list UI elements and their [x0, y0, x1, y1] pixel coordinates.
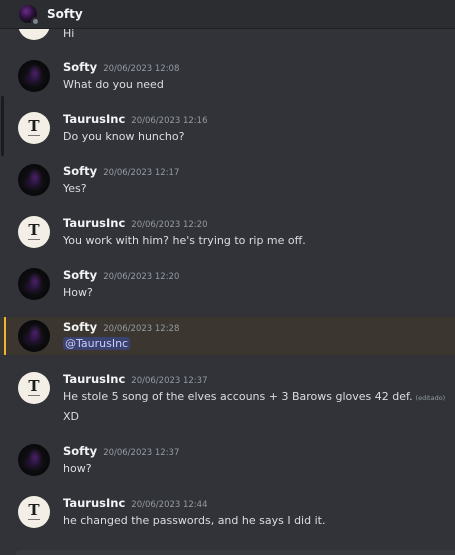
author-name[interactable]: Softy	[63, 268, 97, 282]
author-name[interactable]: TaurusInc	[63, 112, 125, 126]
message-text: Yes?	[63, 182, 87, 195]
avatar[interactable]: T	[18, 372, 50, 404]
author-name[interactable]: Softy	[63, 320, 97, 334]
timestamp: 20/06/2023 12:37	[103, 448, 180, 458]
timestamp: 20/06/2023 12:20	[103, 272, 180, 282]
avatar[interactable]	[18, 268, 50, 300]
avatar[interactable]	[18, 164, 50, 196]
logo-underline	[28, 519, 40, 520]
message-item: T TaurusInc 20/06/2023 12:44 he changed …	[0, 493, 455, 533]
avatar[interactable]: T	[18, 496, 50, 528]
message-text: he changed the passwords, and he says I …	[63, 514, 326, 527]
channel-header: Softy	[0, 0, 455, 29]
taurus-logo-icon: T	[28, 117, 40, 135]
taurus-logo-icon: T	[28, 221, 40, 239]
message-text: He stole 5 song of the elves accouns + 3…	[63, 390, 413, 403]
timestamp: 20/06/2023 12:28	[103, 324, 180, 334]
message-text: What do you need	[63, 78, 164, 91]
message-item: Softy 20/06/2023 12:20 How?	[0, 265, 455, 305]
author-name[interactable]: TaurusInc	[63, 372, 125, 386]
timestamp: 20/06/2023 12:08	[103, 64, 180, 74]
logo-underline	[28, 395, 40, 396]
author-name[interactable]: Softy	[63, 60, 97, 74]
edited-label: (editado)	[415, 394, 446, 402]
message-text: Do you know huncho?	[63, 130, 185, 143]
author-name[interactable]: Softy	[63, 164, 97, 178]
user-avatar[interactable]	[19, 5, 40, 26]
avatar[interactable]	[18, 60, 50, 92]
message-item: T TaurusInc 20/06/2023 12:16 Do you know…	[0, 109, 455, 149]
timestamp: 20/06/2023 12:17	[103, 168, 180, 178]
message-item-highlighted: Softy 20/06/2023 12:28 @TaurusInc	[0, 317, 455, 355]
message-item: Softy 20/06/2023 12:17 Yes?	[0, 161, 455, 201]
avatar[interactable]: T	[18, 112, 50, 144]
status-indicator-icon	[31, 17, 40, 26]
message-item: T TaurusInc 20/06/2023 12:37 He stole 5 …	[0, 369, 455, 429]
message-text: You work with him? he's trying to rip me…	[63, 234, 306, 247]
taurus-logo-icon: T	[28, 377, 40, 395]
message-item: T TaurusInc 20/06/2023 12:20 You work wi…	[0, 213, 455, 253]
channel-title[interactable]: Softy	[47, 7, 83, 21]
logo-underline	[28, 239, 40, 240]
timestamp: 20/06/2023 12:16	[131, 116, 208, 126]
message-item: Softy 20/06/2023 12:37 how?	[0, 441, 455, 481]
author-name[interactable]: TaurusInc	[63, 496, 125, 510]
taurus-logo-icon: T	[28, 501, 40, 519]
message-text: How?	[63, 286, 93, 299]
timestamp: 20/06/2023 12:44	[131, 500, 208, 510]
avatar[interactable]	[18, 320, 50, 352]
message-input-box[interactable]	[16, 550, 455, 555]
message-item: Softy 20/06/2023 12:08 What do you need	[0, 57, 455, 97]
timestamp: 20/06/2023 12:20	[131, 220, 208, 230]
author-name[interactable]: Softy	[63, 444, 97, 458]
user-mention[interactable]: @TaurusInc	[63, 337, 131, 350]
avatar[interactable]	[18, 444, 50, 476]
timestamp: 20/06/2023 12:37	[131, 376, 208, 386]
message-text: XD	[63, 410, 80, 423]
logo-underline	[28, 135, 40, 136]
message-text: how?	[63, 462, 92, 475]
avatar[interactable]: T	[18, 216, 50, 248]
author-name[interactable]: TaurusInc	[63, 216, 125, 230]
